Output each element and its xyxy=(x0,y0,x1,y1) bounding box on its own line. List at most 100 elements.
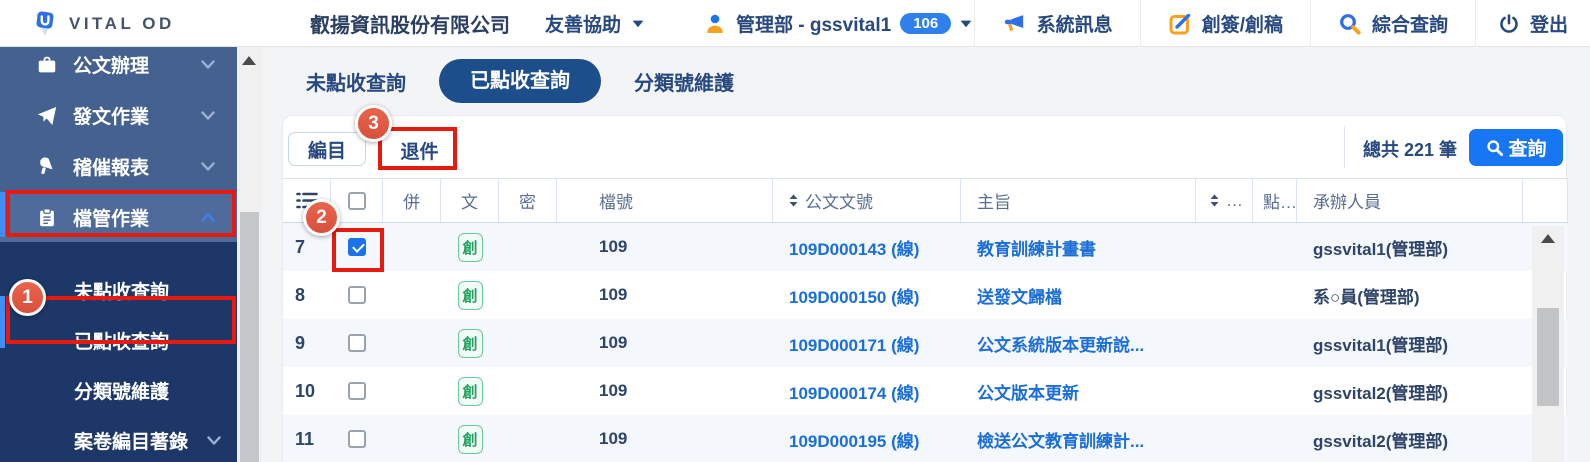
doc-no-link[interactable]: 109D000143 (線) xyxy=(789,235,919,260)
catalog-button[interactable]: 編目 xyxy=(288,132,366,166)
cell-file-no: 109 xyxy=(557,415,773,462)
power-icon xyxy=(1498,13,1520,35)
cell-merge xyxy=(383,223,441,271)
draft-badge: 創 xyxy=(458,281,483,310)
submenu-item-label: 案卷編目著錄 xyxy=(74,427,188,454)
table-row[interactable]: 10 創 109 109D000174 (線) 公文版本更新 gssvital2… xyxy=(283,367,1568,415)
query-button[interactable]: 查詢 xyxy=(1469,129,1563,166)
logo-icon xyxy=(30,9,60,39)
cell-receive xyxy=(1253,415,1297,462)
nav-label: 綜合查詢 xyxy=(1372,10,1448,37)
cell-secret xyxy=(499,319,557,367)
cell-owner: gssvital2(管理部) xyxy=(1297,367,1523,415)
submenu-item-label: 未點收查詢 xyxy=(74,277,169,304)
subject-link[interactable]: 教育訓練計畫書 xyxy=(977,235,1096,260)
scrollbar-thumb[interactable] xyxy=(240,212,259,462)
return-button[interactable]: 退件 xyxy=(383,130,456,170)
cell-truncated xyxy=(1196,223,1253,271)
doc-no-link[interactable]: 109D000171 (線) xyxy=(789,331,919,356)
user-menu[interactable]: 管理部 - gssvital1 106 xyxy=(703,0,972,47)
annotation-callout-2: 2 xyxy=(303,199,340,236)
help-menu[interactable]: 友善協助 xyxy=(545,0,644,47)
cell-owner: gssvital2(管理部) xyxy=(1297,415,1523,462)
row-checkbox[interactable] xyxy=(348,286,366,304)
nav-global-search[interactable]: 綜合查詢 xyxy=(1310,0,1475,47)
page-scrollbar[interactable] xyxy=(237,47,262,462)
doc-no-link[interactable]: 109D000150 (線) xyxy=(789,283,919,308)
draft-badge: 創 xyxy=(458,329,483,358)
scroll-up-arrow-icon[interactable] xyxy=(242,56,256,65)
table-row[interactable]: 9 創 109 109D000171 (線) 公文系統版本更新說... gssv… xyxy=(283,319,1568,367)
subject-link[interactable]: 公文系統版本更新說... xyxy=(977,331,1144,356)
row-number: 8 xyxy=(283,271,331,319)
subject-link[interactable]: 檢送公文教育訓練計... xyxy=(977,427,1144,452)
scrollbar-thumb[interactable] xyxy=(1537,308,1559,406)
submenu-item-received-query[interactable]: 已點收查詢 xyxy=(0,315,237,365)
subject-link[interactable]: 公文版本更新 xyxy=(977,379,1079,404)
subject-link[interactable]: 送發文歸檔 xyxy=(977,283,1062,308)
select-all-checkbox[interactable] xyxy=(348,192,366,210)
cell-owner: 系○員(管理部) xyxy=(1297,271,1523,319)
row-checkbox[interactable] xyxy=(348,334,366,352)
header-spacer xyxy=(1523,179,1568,222)
table-row[interactable]: 11 創 109 109D000195 (線) 檢送公文教育訓練計... gss… xyxy=(283,415,1568,462)
header-doc-no[interactable]: 公文文號 xyxy=(773,179,961,222)
cell-file-no: 109 xyxy=(557,223,773,271)
documents-table: 併 文 密 檔號 公文文號 主旨 … 點… 承辦人員 xyxy=(283,178,1568,462)
top-nav: 系統訊息 創簽/創稿 綜合查詢 xyxy=(974,0,1590,47)
row-checkbox[interactable] xyxy=(348,382,366,400)
draft-badge: 創 xyxy=(458,425,483,454)
submenu-item-classification-maintenance[interactable]: 分類號維護 xyxy=(0,365,237,415)
row-checkbox[interactable] xyxy=(348,430,366,448)
cell-truncated xyxy=(1196,271,1253,319)
user-name: 管理部 - gssvital1 xyxy=(736,10,891,37)
cell-truncated xyxy=(1196,415,1253,462)
app-logo: VITAL OD xyxy=(30,0,175,47)
toolbar-divider xyxy=(1344,126,1345,168)
cell-merge xyxy=(383,319,441,367)
notification-badge: 106 xyxy=(900,13,951,34)
logo-text: VITAL OD xyxy=(69,14,175,34)
draft-badge: 創 xyxy=(458,233,483,262)
header-owner: 承辦人員 xyxy=(1297,179,1523,222)
sidebar-item-dispatch[interactable]: 發文作業 xyxy=(0,90,237,141)
sidebar-submenu: 未點收查詢 已點收查詢 分類號維護 案卷編目著錄 xyxy=(0,242,237,462)
cell-truncated xyxy=(1196,319,1253,367)
doc-no-link[interactable]: 109D000174 (線) xyxy=(789,379,919,404)
tab-unreceived-query[interactable]: 未點收查詢 xyxy=(300,67,412,96)
header-doc: 文 xyxy=(441,179,499,222)
doc-no-link[interactable]: 109D000195 (線) xyxy=(789,427,919,452)
submenu-item-case-cataloging[interactable]: 案卷編目著錄 xyxy=(0,415,237,462)
cell-receive xyxy=(1253,367,1297,415)
table-row[interactable]: 7 創 109 109D000143 (線) 教育訓練計畫書 gssvital1… xyxy=(283,223,1568,271)
sidebar-item-label: 發文作業 xyxy=(73,102,149,129)
user-icon xyxy=(703,12,727,36)
sidebar-active-accent xyxy=(0,192,5,237)
tab-classification-maintenance[interactable]: 分類號維護 xyxy=(628,67,740,96)
header-truncated[interactable]: … xyxy=(1196,179,1253,222)
nav-logout[interactable]: 登出 xyxy=(1475,0,1590,47)
scroll-up-arrow-icon[interactable] xyxy=(1541,234,1555,243)
sidebar-item-label: 檔管作業 xyxy=(73,204,149,231)
row-number: 9 xyxy=(283,319,331,367)
table-scrollbar[interactable] xyxy=(1532,226,1564,462)
sort-icon xyxy=(789,194,798,207)
chevron-down-icon xyxy=(201,111,215,120)
nav-create-draft[interactable]: 創簽/創稿 xyxy=(1140,0,1310,47)
cell-receive xyxy=(1253,319,1297,367)
header-merge: 併 xyxy=(383,179,441,222)
search-icon xyxy=(1485,138,1504,157)
sidebar-item-label: 公文辦理 xyxy=(73,51,149,78)
nav-system-messages[interactable]: 系統訊息 xyxy=(974,0,1140,47)
sidebar-item-archive-management[interactable]: 檔管作業 xyxy=(0,192,237,243)
table-row[interactable]: 8 創 109 109D000150 (線) 送發文歸檔 系○員(管理部) xyxy=(283,271,1568,319)
sidebar-item-audit-reports[interactable]: 稽催報表 xyxy=(0,141,237,192)
row-checkbox[interactable] xyxy=(348,238,366,256)
tab-received-query[interactable]: 已點收查詢 xyxy=(439,59,601,103)
header-file-no: 檔號 xyxy=(557,179,773,222)
company-name: 叡揚資訊股份有限公司 xyxy=(310,0,510,47)
cell-owner: gssvital1(管理部) xyxy=(1297,319,1523,367)
cell-file-no: 109 xyxy=(557,319,773,367)
chevron-down-icon xyxy=(207,436,221,445)
query-button-label: 查詢 xyxy=(1508,134,1546,161)
